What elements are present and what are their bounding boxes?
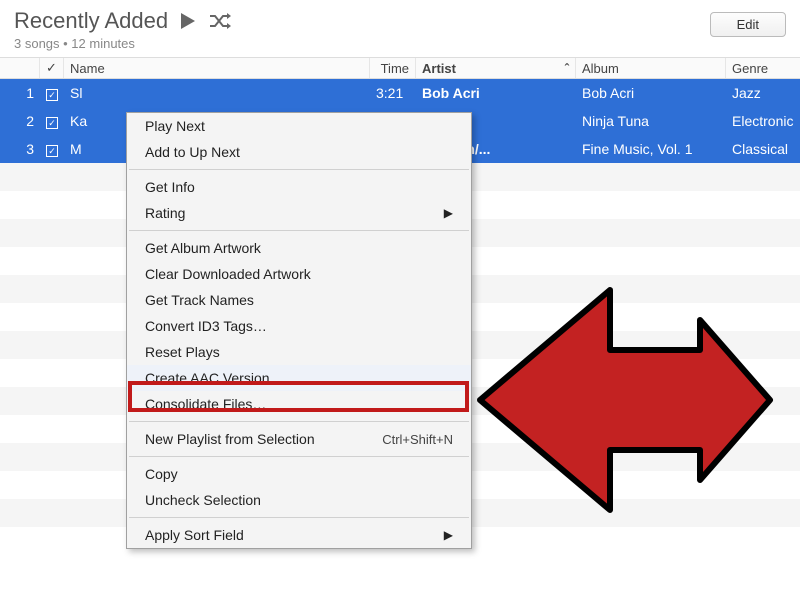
play-icon[interactable]	[178, 11, 198, 31]
menu-separator	[129, 169, 469, 170]
context-menu: Play Next Add to Up Next Get Info Rating…	[126, 112, 472, 549]
row-artist: Bob Acri	[416, 85, 576, 101]
menu-separator	[129, 230, 469, 231]
menu-rating[interactable]: Rating ▶	[127, 200, 471, 226]
col-name[interactable]: Name	[64, 58, 370, 78]
menu-add-up-next[interactable]: Add to Up Next	[127, 139, 471, 165]
menu-play-next[interactable]: Play Next	[127, 113, 471, 139]
header: Recently Added 3 songs • 12 minutes Edit	[0, 0, 800, 57]
row-checkbox[interactable]: ✓	[40, 141, 64, 158]
col-artist[interactable]: Artist ˆ	[416, 58, 576, 78]
row-album: Ninja Tuna	[576, 113, 726, 129]
row-genre: Jazz	[726, 85, 800, 101]
menu-copy[interactable]: Copy	[127, 461, 471, 487]
menu-clear-downloaded-artwork[interactable]: Clear Downloaded Artwork	[127, 261, 471, 287]
menu-get-track-names[interactable]: Get Track Names	[127, 287, 471, 313]
menu-convert-id3[interactable]: Convert ID3 Tags…	[127, 313, 471, 339]
col-index[interactable]	[0, 58, 40, 78]
col-artist-label: Artist	[422, 61, 456, 76]
row-checkbox[interactable]: ✓	[40, 113, 64, 130]
menu-rating-label: Rating	[145, 205, 185, 221]
menu-create-aac-version[interactable]: Create AAC Version	[127, 365, 471, 391]
col-time[interactable]: Time	[370, 58, 416, 78]
menu-reset-plays[interactable]: Reset Plays	[127, 339, 471, 365]
menu-get-info[interactable]: Get Info	[127, 174, 471, 200]
annotation-arrow-icon	[470, 270, 780, 520]
row-album: Fine Music, Vol. 1	[576, 141, 726, 157]
sort-asc-icon: ˆ	[565, 61, 569, 76]
col-genre[interactable]: Genre	[726, 58, 800, 78]
submenu-arrow-icon: ▶	[444, 528, 453, 542]
row-index: 2	[0, 113, 40, 129]
col-check[interactable]: ✓	[40, 58, 64, 78]
menu-shortcut: Ctrl+Shift+N	[382, 432, 453, 447]
col-album[interactable]: Album	[576, 58, 726, 78]
row-index: 1	[0, 85, 40, 101]
menu-uncheck-selection[interactable]: Uncheck Selection	[127, 487, 471, 513]
menu-apply-sort-field[interactable]: Apply Sort Field ▶	[127, 522, 471, 548]
row-genre: Electronic	[726, 113, 800, 129]
row-album: Bob Acri	[576, 85, 726, 101]
menu-get-album-artwork[interactable]: Get Album Artwork	[127, 235, 471, 261]
menu-separator	[129, 456, 469, 457]
menu-apply-sort-label: Apply Sort Field	[145, 527, 244, 543]
table-header: ✓ Name Time Artist ˆ Album Genre	[0, 57, 800, 79]
menu-new-playlist-label: New Playlist from Selection	[145, 431, 315, 447]
subtitle: 3 songs • 12 minutes	[14, 36, 232, 51]
table-row[interactable]: 1 ✓ Sl 3:21 Bob Acri Bob Acri Jazz	[0, 79, 800, 107]
row-checkbox[interactable]: ✓	[40, 85, 64, 102]
submenu-arrow-icon: ▶	[444, 206, 453, 220]
shuffle-icon[interactable]	[208, 11, 232, 31]
menu-separator	[129, 421, 469, 422]
page-title: Recently Added	[14, 8, 168, 34]
edit-button[interactable]: Edit	[710, 12, 786, 37]
row-name: Sl	[64, 85, 370, 101]
menu-consolidate-files[interactable]: Consolidate Files…	[127, 391, 471, 417]
row-index: 3	[0, 141, 40, 157]
row-time: 3:21	[370, 85, 416, 101]
menu-separator	[129, 517, 469, 518]
menu-new-playlist-from-selection[interactable]: New Playlist from Selection Ctrl+Shift+N	[127, 426, 471, 452]
row-genre: Classical	[726, 141, 800, 157]
